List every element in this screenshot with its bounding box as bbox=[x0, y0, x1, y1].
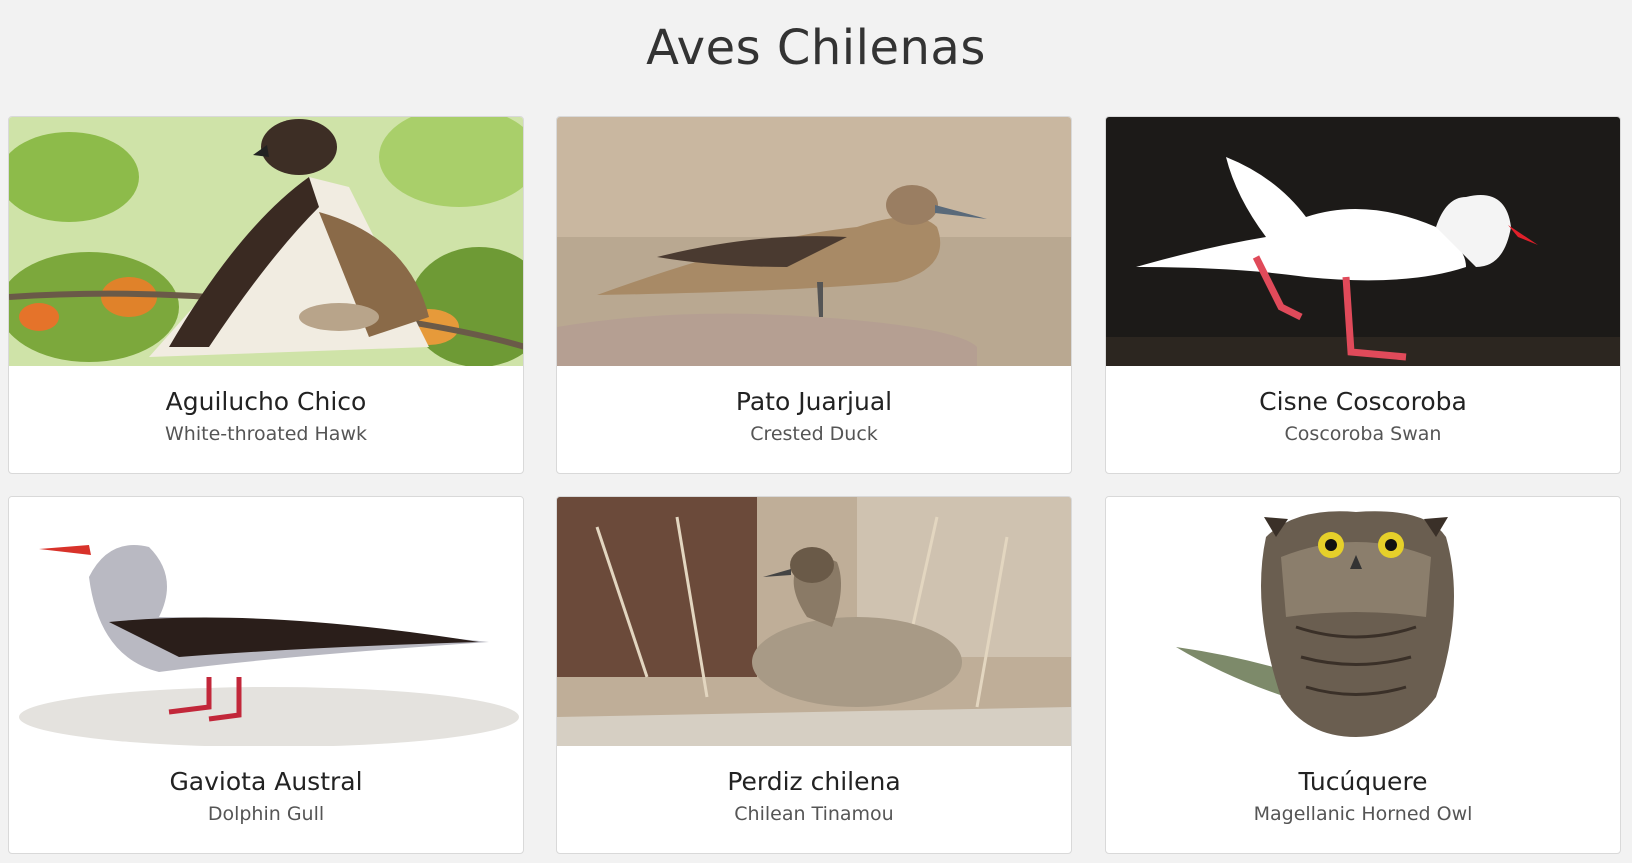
gull-photo-icon bbox=[9, 497, 523, 746]
swan-photo-icon bbox=[1106, 117, 1620, 366]
bird-english-name: Magellanic Horned Owl bbox=[1253, 803, 1473, 825]
bird-name: Gaviota Austral bbox=[169, 767, 363, 796]
page-title: Aves Chilenas bbox=[646, 20, 986, 76]
bird-english-name: White-throated Hawk bbox=[165, 423, 367, 445]
bird-name: Perdiz chilena bbox=[727, 767, 901, 796]
bird-grid: Aguilucho Chico White-throated Hawk Pato… bbox=[8, 116, 1625, 858]
bird-english-name: Coscoroba Swan bbox=[1284, 423, 1442, 445]
bird-card-gaviota-austral[interactable]: Gaviota Austral Dolphin Gull bbox=[8, 496, 524, 854]
owl-photo-icon bbox=[1106, 497, 1620, 746]
duck-photo-icon bbox=[557, 117, 1071, 366]
bird-name: Aguilucho Chico bbox=[165, 387, 367, 416]
bird-name: Pato Juarjual bbox=[735, 387, 893, 416]
bird-name: Tucúquere bbox=[1298, 767, 1428, 796]
bird-english-name: Dolphin Gull bbox=[207, 803, 325, 825]
tinamou-photo-icon bbox=[557, 497, 1071, 746]
bird-card-tucuquere[interactable]: Tucúquere Magellanic Horned Owl bbox=[1105, 496, 1621, 854]
bird-english-name: Crested Duck bbox=[750, 423, 878, 445]
bird-card-aguilucho-chico[interactable]: Aguilucho Chico White-throated Hawk bbox=[8, 116, 524, 474]
hawk-photo-icon bbox=[9, 117, 523, 366]
bird-card-pato-juarjual[interactable]: Pato Juarjual Crested Duck bbox=[556, 116, 1072, 474]
bird-english-name: Chilean Tinamou bbox=[734, 803, 894, 825]
bird-card-perdiz-chilena[interactable]: Perdiz chilena Chilean Tinamou bbox=[556, 496, 1072, 854]
bird-name: Cisne Coscoroba bbox=[1259, 387, 1467, 416]
bird-card-cisne-coscoroba[interactable]: Cisne Coscoroba Coscoroba Swan bbox=[1105, 116, 1621, 474]
